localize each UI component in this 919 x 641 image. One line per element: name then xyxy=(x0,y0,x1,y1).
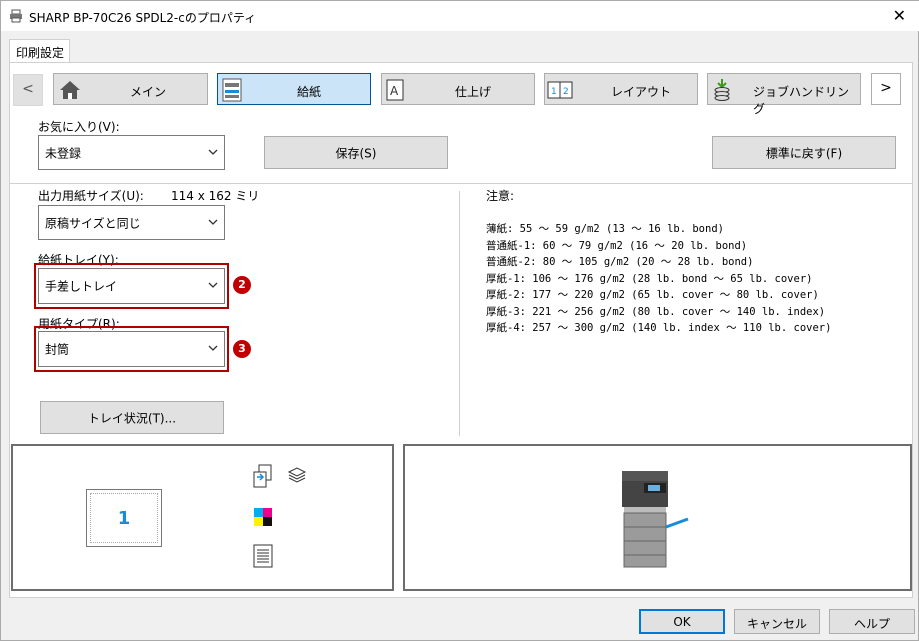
note-line: 厚紙-3: 221 ～ 256 g/m2 (80 lb. cover ～ 140… xyxy=(486,305,826,318)
paper-size-dims: 114 x 162 ミリ xyxy=(171,189,260,203)
paper-type-value: 封筒 xyxy=(45,342,70,357)
help-button[interactable]: ヘルプ xyxy=(829,609,915,634)
svg-text:2: 2 xyxy=(563,87,569,97)
job-handling-icon xyxy=(714,79,730,101)
tab-print-settings[interactable]: 印刷設定 xyxy=(9,39,70,63)
page-number: 1 xyxy=(117,508,131,529)
favorites-value: 未登録 xyxy=(45,146,82,160)
page-thumbnail: 1 xyxy=(86,489,162,547)
finishing-icon: A xyxy=(386,79,404,101)
nav-tab-job-handling-label: ジョブハンドリング xyxy=(753,85,850,116)
note-line: 厚紙-1: 106 ～ 176 g/m2 (28 lb. bond ～ 65 l… xyxy=(486,272,813,285)
window-title: SHARP BP-70C26 SPDL2-cのプロパティ xyxy=(29,11,257,25)
chevron-down-icon xyxy=(208,219,218,225)
nav-tab-layout[interactable]: 1 2 レイアウト xyxy=(544,73,698,105)
page-preview xyxy=(11,444,394,591)
nav-tab-layout-label: レイアウト xyxy=(611,85,672,99)
paper-weight-notes: 薄紙: 55 ～ 59 g/m2 (13 ～ 16 lb. bond) 普通紙-… xyxy=(486,221,831,337)
nav-tab-finishing[interactable]: A 仕上げ xyxy=(381,73,535,105)
note-line: 普通紙-2: 80 ～ 105 g/m2 (20 ～ 28 lb. bond) xyxy=(486,256,754,268)
paper-tray-value: 手差しトレイ xyxy=(45,279,118,294)
chevron-down-icon xyxy=(208,345,218,351)
home-icon xyxy=(60,81,80,99)
note-line: 厚紙-2: 177 ～ 220 g/m2 (65 lb. cover ～ 80 … xyxy=(486,289,819,301)
favorites-select[interactable]: 未登録 xyxy=(38,135,225,170)
separator xyxy=(459,191,460,436)
title-bar: SHARP BP-70C26 SPDL2-cのプロパティ ✕ xyxy=(1,1,919,31)
color-mode-icon xyxy=(254,508,272,526)
svg-text:1: 1 xyxy=(551,87,557,97)
paper-size-value: 原稿サイズと同じ xyxy=(45,216,141,230)
close-icon[interactable]: ✕ xyxy=(893,6,906,25)
chevron-down-icon xyxy=(208,282,218,288)
callout-badge: 3 xyxy=(233,340,251,358)
ok-button[interactable]: OK xyxy=(639,609,725,634)
paper-size-select[interactable]: 原稿サイズと同じ xyxy=(38,205,225,240)
nav-prev-button[interactable]: < xyxy=(13,74,43,106)
paper-type-select[interactable]: 封筒 xyxy=(38,331,225,367)
note-line: 薄紙: 55 ～ 59 g/m2 (13 ～ 16 lb. bond) xyxy=(486,223,724,235)
nav-tab-paper-source[interactable]: 給紙 xyxy=(217,73,371,105)
layout-icon: 1 2 xyxy=(547,81,573,99)
nav-tab-main[interactable]: メイン xyxy=(53,73,208,105)
save-button[interactable]: 保存(S) xyxy=(264,136,448,169)
printer-illustration-icon xyxy=(622,471,689,568)
paper-tray-select[interactable]: 手差しトレイ xyxy=(38,268,225,304)
note-line: 普通紙-1: 60 ～ 79 g/m2 (16 ～ 20 lb. bond) xyxy=(486,239,748,252)
favorites-label: お気に入り(V): xyxy=(38,120,120,134)
notes-title: 注意: xyxy=(486,189,515,203)
paper-size-label: 出力用紙サイズ(U): xyxy=(38,189,144,203)
document-icon xyxy=(253,544,273,568)
note-line: 厚紙-4: 257 ～ 300 g/m2 (140 lb. index ～ 11… xyxy=(486,322,832,334)
nav-tab-paper-source-label: 給紙 xyxy=(297,85,322,99)
nav-next-button[interactable]: > xyxy=(871,73,901,105)
svg-text:A: A xyxy=(390,84,399,98)
save-button-label: 保存(S) xyxy=(335,146,377,160)
nav-tab-job-handling[interactable]: ジョブハンドリング xyxy=(707,73,861,116)
nav-tab-main-label: メイン xyxy=(130,85,167,99)
chevron-down-icon xyxy=(208,149,218,155)
printer-icon xyxy=(10,9,22,23)
reset-defaults-label: 標準に戻す(F) xyxy=(765,146,843,160)
tray-status-button[interactable]: トレイ状況(T)... xyxy=(40,401,224,434)
nav-tab-finishing-label: 仕上げ xyxy=(455,85,492,99)
copies-stack-icon xyxy=(287,467,307,483)
cancel-button[interactable]: キャンセル xyxy=(734,609,820,634)
duplex-icon xyxy=(253,464,272,488)
properties-window: SHARP BP-70C26 SPDL2-cのプロパティ ✕ 印刷設定 < メイ… xyxy=(0,0,919,641)
reset-defaults-button[interactable]: 標準に戻す(F) xyxy=(712,136,896,169)
callout-badge: 2 xyxy=(233,276,251,294)
tray-status-label: トレイ状況(T)... xyxy=(87,411,177,425)
paper-tray-icon xyxy=(222,78,242,102)
separator xyxy=(10,183,912,184)
